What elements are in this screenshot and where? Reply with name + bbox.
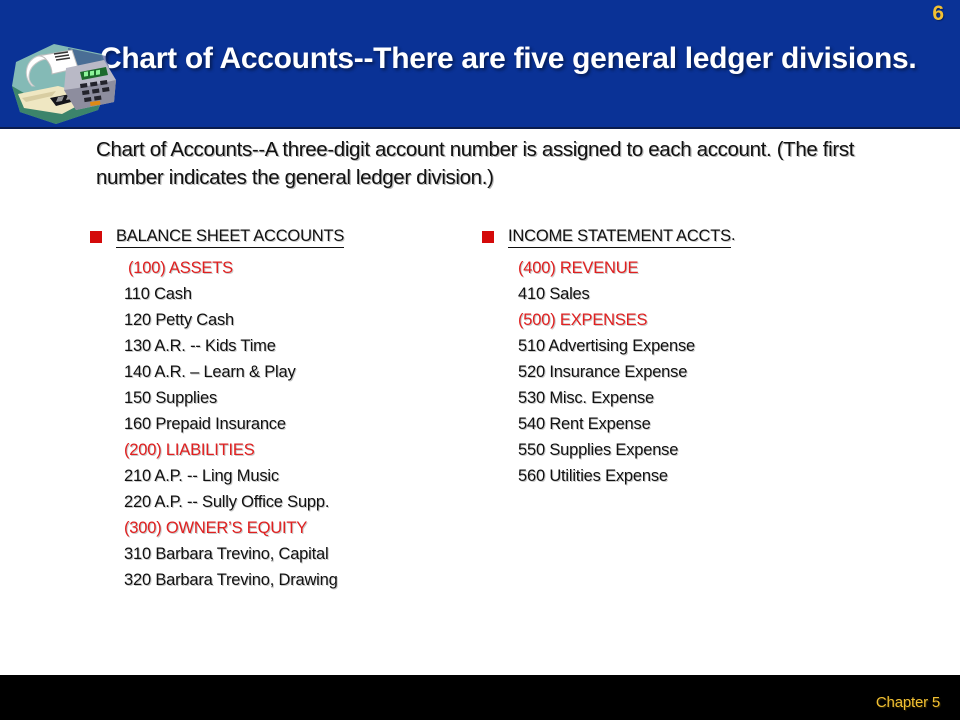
account-item: 160 Prepaid Insurance: [124, 415, 286, 433]
square-bullet-icon: [482, 231, 494, 243]
division-heading: (100) ASSETS: [128, 259, 233, 277]
account-item: 120 Petty Cash: [124, 311, 235, 329]
account-item: 110 Cash: [124, 285, 192, 303]
account-item: 150 Supplies: [124, 389, 218, 407]
account-item: 210 A.P. -- Ling Music: [124, 467, 279, 485]
adding-machine-icon: [6, 28, 122, 132]
column-heading-row: INCOME STATEMENT ACCTS.: [482, 226, 902, 251]
account-list-right: (400) REVENUE 410 Sales (500) EXPENSES 5…: [482, 255, 902, 489]
square-bullet-icon: [90, 231, 102, 243]
balance-sheet-column: BALANCE SHEET ACCOUNTS (100) ASSETS 110 …: [90, 226, 470, 593]
income-statement-column: INCOME STATEMENT ACCTS. (400) REVENUE 41…: [482, 226, 902, 489]
column-heading-label: BALANCE SHEET ACCOUNTS: [116, 226, 344, 248]
account-item: 310 Barbara Trevino, Capital: [124, 545, 329, 563]
division-heading: (400) REVENUE: [518, 259, 639, 277]
account-item: 550 Supplies Expense: [518, 441, 679, 459]
account-list-left: (100) ASSETS 110 Cash 120 Petty Cash 130…: [90, 255, 470, 593]
slide-title: Chart of Accounts--There are five genera…: [100, 42, 917, 75]
footer-chapter-label: Chapter 5: [875, 694, 940, 711]
slide-subtitle: Chart of Accounts--A three-digit account…: [96, 138, 855, 189]
footer-bar: Chapter 5: [0, 675, 960, 720]
slide-number: 6: [932, 2, 944, 25]
slide-canvas: 6 Chart of Accounts--There are five gene…: [0, 0, 960, 720]
division-heading: (300) OWNER’S EQUITY: [124, 519, 308, 537]
account-item: 130 A.R. -- Kids Time: [124, 337, 276, 355]
division-heading: (200) LIABILITIES: [124, 441, 255, 459]
column-heading-period: .: [730, 226, 736, 244]
account-item: 530 Misc. Expense: [518, 389, 655, 407]
account-item: 560 Utilities Expense: [518, 467, 668, 485]
title-band: 6 Chart of Accounts--There are five gene…: [0, 0, 960, 129]
account-item: 540 Rent Expense: [518, 415, 651, 433]
account-item: 220 A.P. -- Sully Office Supp.: [124, 493, 330, 511]
column-heading-row: BALANCE SHEET ACCOUNTS: [90, 226, 470, 251]
account-item: 140 A.R. – Learn & Play: [124, 363, 296, 381]
account-item: 320 Barbara Trevino, Drawing: [124, 571, 338, 589]
account-item: 520 Insurance Expense: [518, 363, 688, 381]
account-item: 510 Advertising Expense: [518, 337, 696, 355]
account-item: 410 Sales: [518, 285, 590, 303]
column-heading-label: INCOME STATEMENT ACCTS: [508, 226, 731, 248]
division-heading: (500) EXPENSES: [518, 311, 648, 329]
